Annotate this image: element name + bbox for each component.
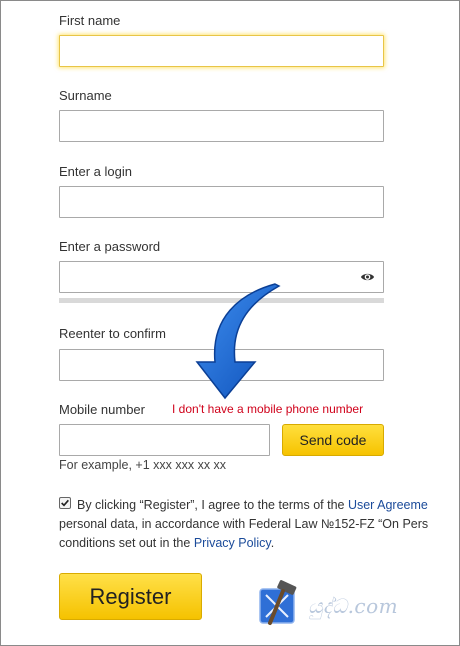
mobile-number-input[interactable] [59, 424, 270, 456]
eye-icon[interactable] [360, 270, 375, 284]
surname-input[interactable] [59, 110, 384, 142]
user-agreement-link[interactable]: User Agreeme [348, 498, 428, 512]
surname-label: Surname [59, 88, 112, 103]
mobile-label: Mobile number [59, 402, 145, 417]
send-code-button[interactable]: Send code [282, 424, 384, 456]
register-button[interactable]: Register [59, 573, 202, 620]
first-name-input[interactable] [59, 35, 384, 67]
watermark-text: යුද්ධ.com [308, 594, 399, 618]
registration-form: First name Surname Enter a login Enter a… [0, 0, 460, 646]
arrow-annotation-icon [195, 283, 281, 400]
password-label: Enter a password [59, 239, 161, 254]
login-label: Enter a login [59, 164, 132, 179]
xcode-hammer-logo-icon [259, 580, 297, 625]
no-mobile-link[interactable]: I don't have a mobile phone number [172, 402, 363, 416]
agreement-line1: By clicking “Register”, I agree to the t… [77, 498, 348, 512]
agreement-text: By clicking “Register”, I agree to the t… [59, 496, 459, 553]
agreement-line3-end: . [270, 536, 275, 550]
agreement-line3: conditions set out in the [59, 536, 194, 550]
privacy-policy-link[interactable]: Privacy Policy [194, 536, 271, 550]
login-input[interactable] [59, 186, 384, 218]
confirm-label: Reenter to confirm [59, 326, 166, 341]
first-name-label: First name [59, 13, 121, 28]
agreement-line2: personal data, in accordance with Federa… [59, 517, 429, 531]
phone-example-hint: For example, +1 xxx xxx xx xx [59, 458, 227, 472]
